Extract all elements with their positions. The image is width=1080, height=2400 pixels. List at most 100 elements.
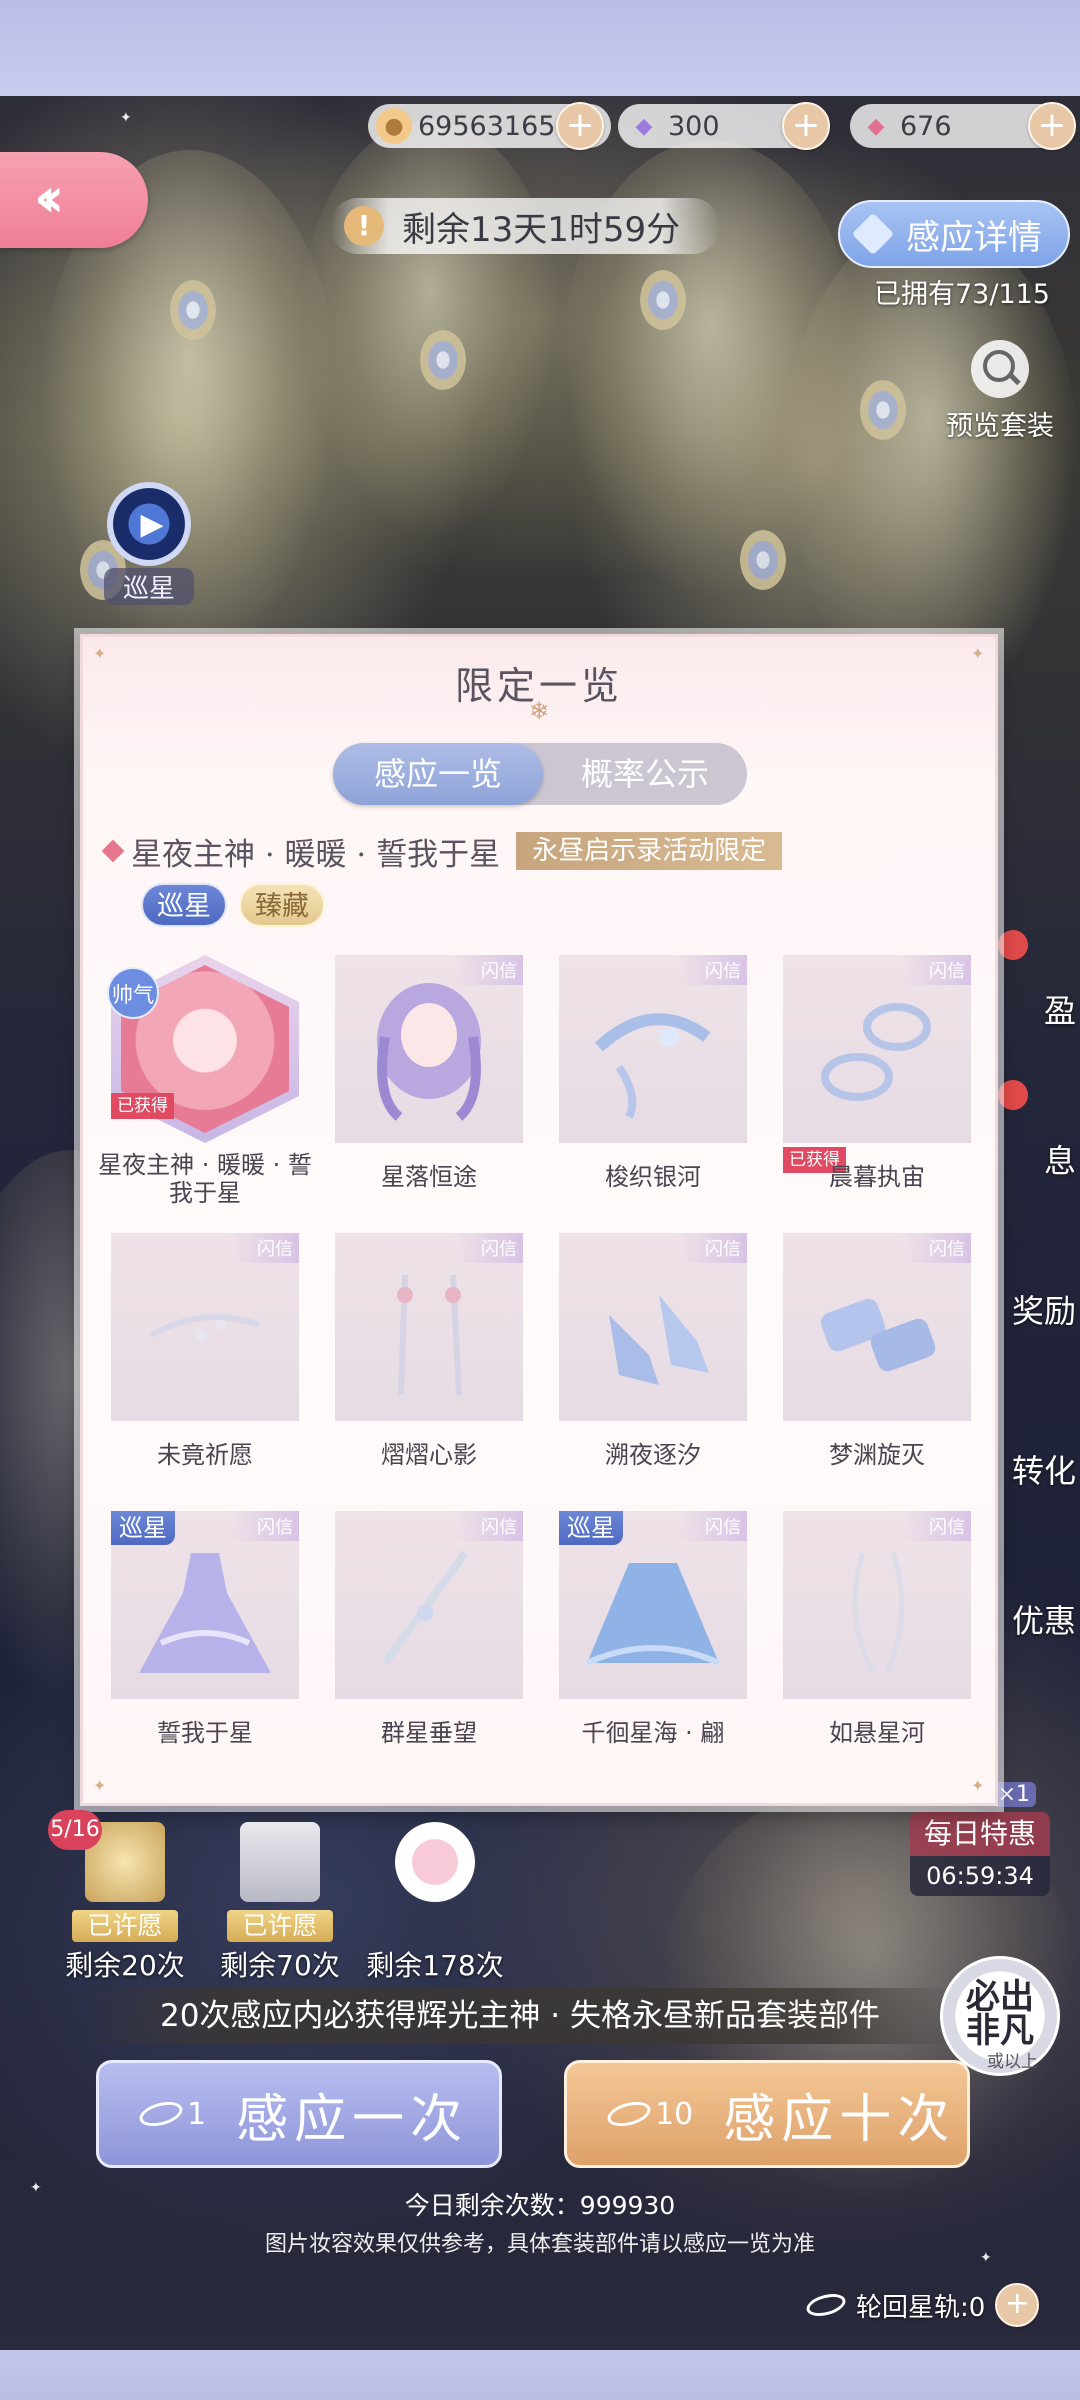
coin-currency: ● 69563165 + xyxy=(368,100,612,152)
draw-once-button[interactable]: 1 感应一次 xyxy=(96,2060,502,2168)
event-timer: ! 剩余13天1时59分 xyxy=(330,198,720,254)
suit-filter-chips: 巡星 臻藏 xyxy=(141,883,337,927)
owned-count: 已拥有73/115 xyxy=(874,279,1050,310)
item-card[interactable]: 梦渊旋灭 xyxy=(783,1233,971,1491)
star-orbit-icon xyxy=(604,2097,654,2131)
item-thumbnail xyxy=(335,955,523,1143)
modal-tabs: 概率公示 感应一览 xyxy=(333,743,747,805)
item-name: 誓我于星 xyxy=(157,1719,253,1747)
headpiece-art xyxy=(594,1013,711,1119)
side-menu-item[interactable]: 盈 xyxy=(990,930,1080,1040)
exclamation-icon: ! xyxy=(344,206,384,246)
wish-slot[interactable]: 已许愿 剩余70次 xyxy=(215,1810,345,1982)
wish-slot[interactable]: 剩余178次 xyxy=(366,1810,504,1982)
item-name: 熠熠心影 xyxy=(381,1441,477,1469)
item-thumbnail xyxy=(783,1511,971,1699)
add-diamonds-button[interactable]: + xyxy=(782,102,830,150)
dress-art xyxy=(139,1553,271,1673)
earrings-art xyxy=(397,1274,462,1396)
star-orbit-icon xyxy=(804,2290,848,2320)
chip-patrol-star[interactable]: 巡星 xyxy=(141,883,227,927)
wish-remaining: 剩余178次 xyxy=(366,1949,504,1982)
item-card[interactable]: 如悬星河 xyxy=(783,1511,971,1769)
peacock-eye-decoration xyxy=(640,270,686,330)
tab-probability[interactable]: 概率公示 xyxy=(543,743,747,805)
item-thumbnail xyxy=(783,1233,971,1421)
rare-badge-line2: 或以上 xyxy=(987,2052,1038,2072)
star-orbit-label: 轮回星轨:0 xyxy=(856,2292,986,2323)
item-card[interactable]: 未竟祈愿 xyxy=(111,1233,299,1491)
item-name: 晨暮执宙 xyxy=(829,1163,925,1191)
item-card[interactable]: 梭织银河 xyxy=(559,955,747,1213)
bottom-nav-bar xyxy=(0,2350,1080,2400)
draw-once-label: 感应一次 xyxy=(236,2089,469,2150)
magnifier-icon xyxy=(971,340,1029,398)
notification-dot xyxy=(998,930,1028,960)
item-thumbnail xyxy=(335,1511,523,1699)
rare-badge-line1b: 非凡 xyxy=(966,2011,1034,2051)
peacock-eye-decoration xyxy=(860,380,906,440)
preview-suit-button[interactable]: 预览套装 xyxy=(932,340,1068,443)
item-name: 溯夜逐汐 xyxy=(605,1441,701,1469)
item-card[interactable]: 群星垂望 xyxy=(335,1511,523,1769)
bracelet-art xyxy=(821,1003,931,1101)
pink-diamond-currency: ◆ 676 + xyxy=(850,100,1076,152)
wish-status: 已许愿 xyxy=(227,1910,333,1942)
guarantee-banner: 20次感应内必获得辉光主神 · 失格永昼新品套装部件 xyxy=(80,1988,960,2044)
side-menu-label: 奖励 xyxy=(1011,1292,1076,1330)
daily-deal-title: 每日特惠 xyxy=(910,1812,1050,1856)
induction-details-label: 感应详情 xyxy=(906,217,1042,258)
obtained-badge: 已获得 xyxy=(111,1093,174,1119)
chip-collection[interactable]: 臻藏 xyxy=(239,883,325,927)
item-card[interactable]: 帅气 已获得 星夜主神 · 暖暖 · 誓我于星 xyxy=(98,955,312,1213)
star-orbit-counter: 轮回星轨:0 + xyxy=(804,2283,1040,2327)
add-coins-button[interactable]: + xyxy=(556,102,604,150)
timer-text: 剩余13天1时59分 xyxy=(402,209,681,250)
chain-accessory-art xyxy=(852,1552,905,1675)
hand-accessory-art xyxy=(381,1550,469,1666)
add-pink-diamonds-button[interactable]: + xyxy=(1028,102,1076,150)
item-card[interactable]: 星落恒途 xyxy=(335,955,523,1213)
patrol-star-badge: 巡星 xyxy=(559,1511,623,1545)
back-button[interactable]: ‹‹ xyxy=(0,152,148,248)
preview-suit-label: 预览套装 xyxy=(946,411,1054,442)
item-card[interactable]: 溯夜逐汐 xyxy=(559,1233,747,1491)
tab-induction-list[interactable]: 感应一览 xyxy=(333,743,543,805)
induction-details-button[interactable]: 感应详情 xyxy=(838,200,1070,268)
hair-art xyxy=(377,983,481,1121)
daily-deal-badge: ×1 xyxy=(991,1782,1036,1807)
item-card[interactable]: 熠熠心影 xyxy=(335,1233,523,1491)
side-menu-item[interactable]: 奖励 xyxy=(990,1230,1080,1340)
draw-ten-button[interactable]: 10 感应十次 xyxy=(564,2060,970,2168)
disclaimer: 图片妆容效果仅供参考，具体套装部件请以感应一览为准 xyxy=(264,2232,815,2257)
feather-decoration xyxy=(300,120,560,540)
play-icon: ▶ xyxy=(107,482,191,566)
item-name: 如悬星河 xyxy=(829,1719,925,1747)
diamond-bullet-icon xyxy=(101,839,125,863)
coin-amount: 69563165 xyxy=(418,110,556,142)
side-menu-label: 息 xyxy=(1043,1142,1076,1180)
patrol-star-badge: 巡星 xyxy=(111,1511,175,1545)
wish-remaining: 剩余70次 xyxy=(220,1949,340,1982)
draw-ten-label: 感应十次 xyxy=(723,2089,956,2150)
item-thumbnail xyxy=(559,955,747,1143)
item-card[interactable]: 已获得 晨暮执宙 xyxy=(783,955,971,1213)
diamond-currency: ◆ 300 + xyxy=(618,100,830,152)
shoes-art xyxy=(609,1295,709,1385)
wish-slot[interactable]: 5/16 已许愿 剩余20次 xyxy=(48,1810,190,1982)
item-thumbnail xyxy=(559,1233,747,1421)
patrol-star-button[interactable]: ▶ 巡星 xyxy=(104,482,194,605)
limited-list-modal: ✦ ✦ ✦ ✦ 限定一览 ❄ 概率公示 感应一览 星夜主神 · 暖暖 · 誓我于… xyxy=(80,634,998,1806)
add-star-orbit-button[interactable]: + xyxy=(995,2283,1040,2327)
item-name: 群星垂望 xyxy=(381,1719,477,1747)
item-card[interactable]: 巡星 誓我于星 xyxy=(111,1511,299,1769)
corner-ornament: ✦ xyxy=(93,1776,107,1795)
side-menu-item[interactable]: 转化 xyxy=(990,1390,1080,1500)
peacock-eye-decoration xyxy=(170,280,216,340)
side-menu-item[interactable]: 优惠 xyxy=(990,1540,1080,1650)
item-name: 梭织银河 xyxy=(605,1163,701,1191)
item-name: 星夜主神 · 暖暖 · 誓我于星 xyxy=(98,1151,312,1207)
side-menu-item[interactable]: 息 xyxy=(990,1080,1080,1190)
item-card[interactable]: 巡星 千徊星海 · 翩 xyxy=(559,1511,747,1769)
item-thumbnail xyxy=(783,955,971,1143)
